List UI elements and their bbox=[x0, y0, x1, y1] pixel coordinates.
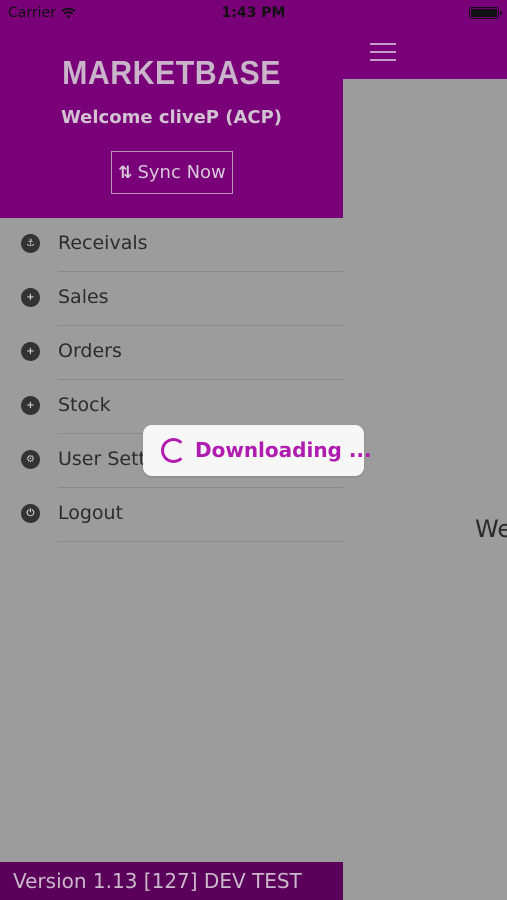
sync-now-button[interactable]: ⇅ Sync Now bbox=[111, 151, 233, 194]
gear-icon: ⚙ bbox=[21, 450, 40, 469]
app-screen: Carrier 1:43 PM We MARKETBASE Welcome cl… bbox=[0, 0, 507, 900]
menu-item-label: Receivals bbox=[58, 232, 148, 254]
menu-item-label: User Settings bbox=[58, 448, 143, 470]
drawer-menu: ⚓ Receivals + Sales + Orders + Stock ⚙ U… bbox=[0, 218, 343, 542]
menu-item-label: Orders bbox=[58, 340, 122, 362]
status-time: 1:43 PM bbox=[221, 5, 286, 21]
app-logo-text: MARKETBASE bbox=[62, 54, 281, 91]
loading-toast: Downloading ... bbox=[143, 425, 372, 476]
menu-item-receivals[interactable]: ⚓ Receivals bbox=[0, 218, 343, 272]
hamburger-icon[interactable] bbox=[370, 43, 396, 61]
spinner-icon bbox=[161, 438, 186, 463]
power-icon: ⏻ bbox=[21, 504, 40, 523]
battery-icon bbox=[469, 7, 502, 19]
loading-text: Downloading ... bbox=[195, 438, 372, 462]
plus-circle-icon: + bbox=[21, 342, 40, 361]
anchor-icon: ⚓ bbox=[21, 234, 40, 253]
status-bar: Carrier 1:43 PM bbox=[0, 0, 507, 26]
menu-item-logout[interactable]: ⏻ Logout bbox=[0, 488, 343, 542]
menu-item-label: Sales bbox=[58, 286, 109, 308]
divider bbox=[58, 541, 343, 542]
menu-item-sales[interactable]: + Sales bbox=[0, 272, 343, 326]
menu-item-label: Stock bbox=[58, 394, 111, 416]
menu-item-label: Logout bbox=[58, 502, 124, 524]
drawer-header: MARKETBASE Welcome cliveP (ACP) ⇅ Sync N… bbox=[0, 26, 343, 218]
sync-arrows-icon: ⇅ bbox=[118, 162, 132, 183]
version-label: Version 1.13 [127] DEV TEST bbox=[0, 862, 343, 900]
main-welcome-text-partial: We bbox=[475, 515, 507, 543]
menu-item-orders[interactable]: + Orders bbox=[0, 326, 343, 380]
sync-now-label: Sync Now bbox=[137, 162, 226, 183]
plus-circle-icon: + bbox=[21, 396, 40, 415]
plus-circle-icon: + bbox=[21, 288, 40, 307]
welcome-text: Welcome cliveP (ACP) bbox=[60, 107, 283, 128]
main-header bbox=[343, 26, 507, 79]
